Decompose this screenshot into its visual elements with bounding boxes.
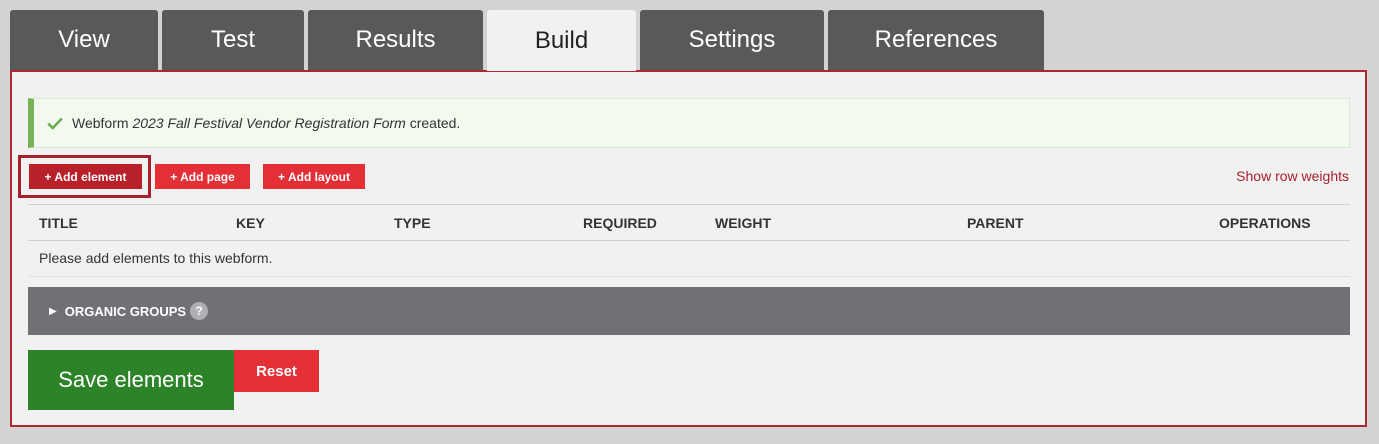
column-required: REQUIRED <box>583 215 657 231</box>
table-header: TITLE KEY TYPE REQUIRED WEIGHT PARENT OP… <box>28 204 1350 241</box>
column-parent: PARENT <box>967 215 1024 231</box>
column-key: KEY <box>236 215 265 231</box>
tab-test[interactable]: Test <box>162 10 304 70</box>
column-weight: WEIGHT <box>715 215 771 231</box>
build-panel: Webform 2023 Fall Festival Vendor Regist… <box>10 70 1367 427</box>
add-layout-button[interactable]: + Add layout <box>263 164 365 189</box>
organic-groups-label: ORGANIC GROUPS <box>64 303 187 319</box>
tab-build[interactable]: Build <box>487 10 636 71</box>
tab-bar: View Test Results Build Settings Referen… <box>10 10 1044 71</box>
table-empty-row: Please add elements to this webform. <box>28 241 1350 277</box>
tab-view[interactable]: View <box>10 10 158 70</box>
message-suffix: created. <box>409 115 461 131</box>
help-icon[interactable]: ? <box>190 302 209 320</box>
add-element-button[interactable]: + Add element <box>29 164 142 189</box>
reset-button[interactable]: Reset <box>234 350 319 392</box>
message-prefix: Webform <box>72 115 129 131</box>
checkmark-icon <box>47 117 63 130</box>
column-title: TITLE <box>39 215 78 231</box>
column-operations: OPERATIONS <box>1219 215 1311 231</box>
tab-settings[interactable]: Settings <box>640 10 824 70</box>
add-page-button[interactable]: + Add page <box>155 164 250 189</box>
tab-references[interactable]: References <box>828 10 1044 70</box>
organic-groups-toggle[interactable]: ▶ ORGANIC GROUPS ? <box>28 287 1350 335</box>
triangle-right-icon: ▶ <box>49 305 57 317</box>
status-message: Webform 2023 Fall Festival Vendor Regist… <box>28 98 1350 148</box>
tab-results[interactable]: Results <box>308 10 483 70</box>
message-form-name: 2023 Fall Festival Vendor Registration F… <box>132 115 406 131</box>
column-type: TYPE <box>394 215 431 231</box>
save-elements-button[interactable]: Save elements <box>28 350 234 410</box>
show-row-weights-link[interactable]: Show row weights <box>1236 168 1349 184</box>
